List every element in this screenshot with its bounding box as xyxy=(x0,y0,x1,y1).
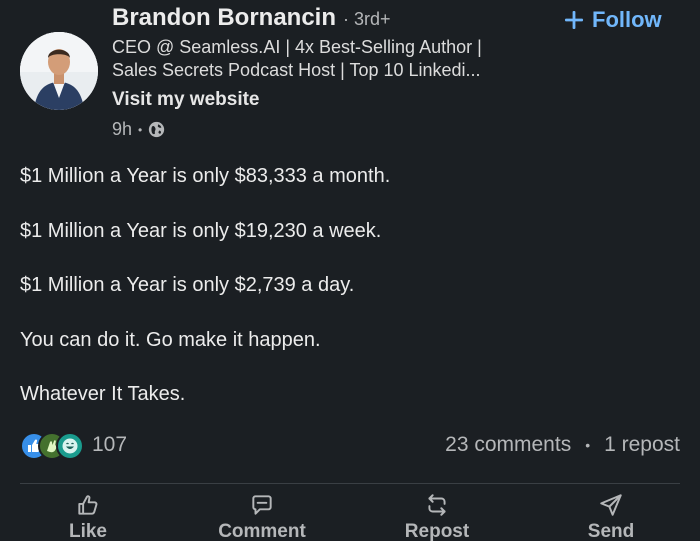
follow-label: Follow xyxy=(592,7,662,32)
divider xyxy=(20,483,680,484)
comments-count[interactable]: 23 comments xyxy=(445,433,571,457)
reaction-count: 107 xyxy=(92,433,128,456)
send-icon xyxy=(600,494,622,516)
post-paragraph: $1 Million a Year is only $2,739 a day. xyxy=(20,274,355,296)
repost-button[interactable]: Repost xyxy=(399,492,475,541)
avatar-photo xyxy=(20,32,98,110)
post-meta: 9h • xyxy=(112,119,165,140)
action-bar: Like Comment Repost Send xyxy=(0,492,700,541)
comment-label: Comment xyxy=(218,521,306,541)
reaction-icons xyxy=(20,431,84,460)
post-paragraph: You can do it. Go make it happen. xyxy=(20,328,321,351)
send-button[interactable]: Send xyxy=(584,492,638,541)
author-name[interactable]: Brandon Bornancin xyxy=(112,4,336,32)
repost-label: Repost xyxy=(404,521,470,541)
headline-line-1: CEO @ Seamless.AI | 4x Best-Selling Auth… xyxy=(112,37,482,57)
social-counts: 107 23 comments • 1 repost xyxy=(20,430,680,460)
follow-button[interactable]: Follow xyxy=(564,5,662,35)
thumbs-up-icon xyxy=(78,495,98,515)
like-label: Like xyxy=(68,521,108,541)
visit-website-link[interactable]: Visit my website xyxy=(112,89,260,111)
post-paragraph: $1 Million a Year is only $83,333 a mont… xyxy=(20,165,391,187)
post-time: 9h xyxy=(112,119,133,139)
author-headline: CEO @ Seamless.AI | 4x Best-Selling Auth… xyxy=(112,36,552,82)
funny-reaction-icon xyxy=(56,432,84,460)
post-body: $1 Million a Year is only $83,333 a mont… xyxy=(20,162,680,435)
comment-button[interactable]: Comment xyxy=(212,492,312,541)
connection-degree: · 3rd+ xyxy=(343,9,391,29)
headline-line-2: Sales Secrets Podcast Host | Top 10 Link… xyxy=(112,60,481,80)
author-avatar[interactable] xyxy=(20,32,98,110)
send-label: Send xyxy=(587,521,635,541)
linkedin-post: Brandon Bornancin · 3rd+ Follow CEO @ Se… xyxy=(0,0,700,541)
plus-icon xyxy=(565,11,583,29)
post-paragraph: $1 Million a Year is only $19,230 a week… xyxy=(20,219,382,242)
reactions-summary[interactable]: 107 xyxy=(20,431,128,460)
repost-icon xyxy=(428,494,446,516)
reposts-count[interactable]: 1 repost xyxy=(604,433,680,457)
engagement-counts: 23 comments • 1 repost xyxy=(445,433,680,457)
like-button[interactable]: Like xyxy=(60,492,116,541)
globe-icon xyxy=(149,121,165,138)
meta-separator: • xyxy=(138,122,143,137)
counts-separator: • xyxy=(585,437,591,453)
comment-icon xyxy=(252,495,272,515)
post-paragraph: Whatever It Takes. xyxy=(20,383,186,405)
